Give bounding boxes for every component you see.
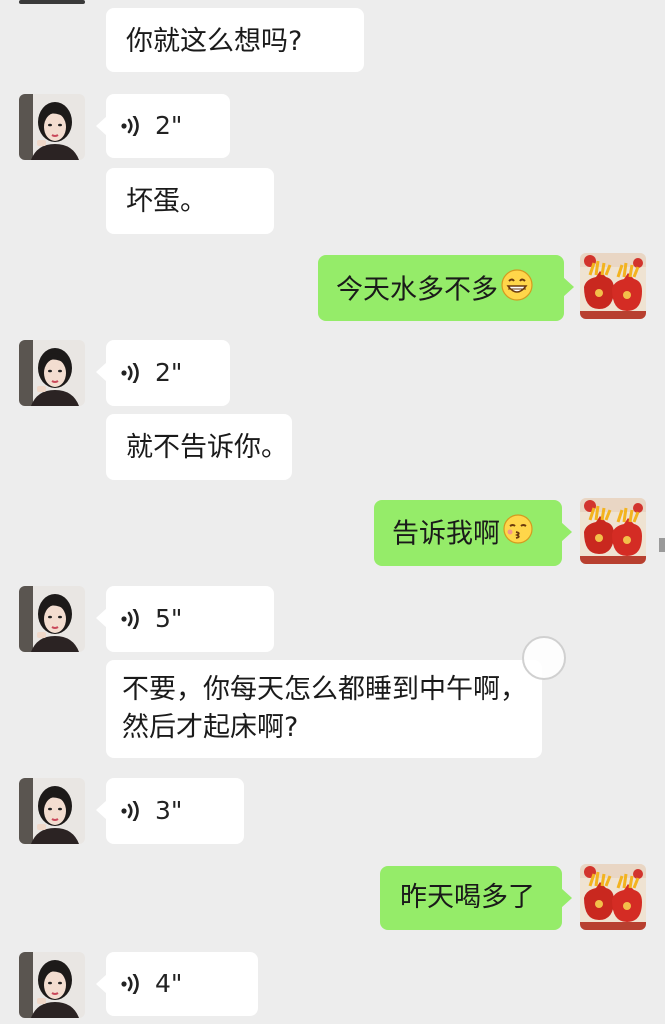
incoming-voice-bubble[interactable]: 3"	[96, 778, 244, 844]
contact-avatar[interactable]	[19, 778, 85, 844]
incoming-voice-bubble[interactable]: 2"	[96, 94, 230, 158]
kissing-emoji-icon	[502, 513, 534, 557]
contact-avatar[interactable]	[19, 586, 85, 652]
scroll-edge-marker	[659, 538, 665, 552]
voice-wave-icon	[121, 801, 139, 821]
self-avatar[interactable]	[580, 864, 646, 930]
incoming-voice-bubble[interactable]: 2"	[96, 340, 230, 406]
voice-duration: 3"	[155, 796, 183, 825]
woman-portrait-avatar-icon	[19, 586, 85, 652]
contact-avatar[interactable]	[19, 952, 85, 1018]
woman-portrait-avatar-icon	[19, 94, 85, 160]
message-text: 今天水多不多	[336, 274, 498, 306]
message-text-line: 然后才起床啊?	[122, 712, 299, 743]
floating-assistive-button[interactable]	[522, 636, 566, 680]
woman-portrait-avatar-icon	[19, 340, 85, 406]
voice-wave-icon	[121, 974, 139, 994]
incoming-text-bubble[interactable]: 坏蛋。	[106, 168, 274, 234]
message-text-line: 不要，你每天怎么都睡到中午啊，	[122, 674, 527, 705]
red-lucky-bags-avatar-icon	[580, 864, 646, 930]
incoming-voice-bubble[interactable]: 5"	[96, 586, 274, 652]
voice-duration: 4"	[155, 969, 183, 998]
grinning-emoji-icon	[500, 268, 534, 314]
message-text: 昨天喝多了	[400, 882, 535, 913]
voice-duration: 2"	[155, 358, 183, 387]
message-text: 就不告诉你。	[126, 432, 288, 463]
incoming-text-bubble[interactable]: 就不告诉你。	[106, 414, 292, 480]
contact-avatar[interactable]	[19, 340, 85, 406]
outgoing-text-bubble[interactable]: 昨天喝多了	[380, 866, 572, 930]
voice-wave-icon	[121, 363, 139, 383]
incoming-text-bubble[interactable]: 你就这么想吗?	[106, 8, 364, 72]
message-text: 你就这么想吗?	[126, 26, 303, 57]
red-lucky-bags-avatar-icon	[580, 498, 646, 564]
incoming-voice-bubble[interactable]: 4"	[96, 952, 258, 1016]
outgoing-text-bubble[interactable]: 告诉我啊	[374, 500, 572, 566]
voice-wave-icon	[121, 116, 139, 136]
contact-avatar[interactable]	[19, 94, 85, 160]
woman-portrait-avatar-icon	[19, 778, 85, 844]
previous-avatar-edge	[19, 0, 85, 4]
outgoing-text-bubble[interactable]: 今天水多不多	[318, 255, 574, 321]
voice-wave-icon	[121, 609, 139, 629]
message-text: 告诉我啊	[392, 518, 500, 550]
woman-portrait-avatar-icon	[19, 952, 85, 1018]
self-avatar[interactable]	[580, 498, 646, 564]
message-text: 坏蛋。	[126, 186, 207, 217]
voice-duration: 5"	[155, 604, 183, 633]
self-avatar[interactable]	[580, 253, 646, 319]
red-lucky-bags-avatar-icon	[580, 253, 646, 319]
voice-duration: 2"	[155, 111, 183, 140]
incoming-text-bubble[interactable]: 不要，你每天怎么都睡到中午啊， 然后才起床啊?	[106, 660, 542, 758]
